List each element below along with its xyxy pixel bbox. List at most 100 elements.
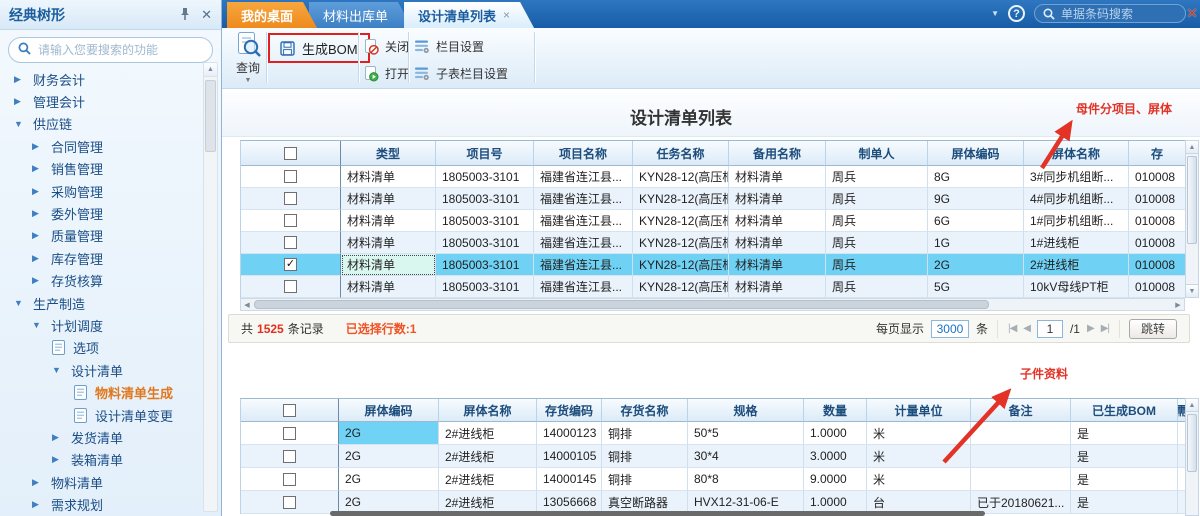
scroll-up-icon[interactable]: ▲ xyxy=(1186,141,1198,154)
master-table-hscrollbar[interactable]: ◀ ▶ xyxy=(240,298,1185,311)
tab-my-desktop[interactable]: 我的桌面 xyxy=(227,2,317,28)
sidebar-item-管理会计[interactable]: ▶管理会计 xyxy=(0,90,200,112)
detail-table-hscrollbar-thumb[interactable] xyxy=(330,511,985,516)
cell: 福建省连江县... xyxy=(534,276,633,298)
sidebar-item-计划调度[interactable]: ▼计划调度 xyxy=(0,314,200,336)
generate-bom-button[interactable]: 生成BOM xyxy=(268,33,370,63)
row-checkbox[interactable] xyxy=(284,170,297,183)
prev-page-icon[interactable]: ◀ xyxy=(1023,323,1030,334)
cell: 010008 xyxy=(1129,188,1186,210)
row-checkbox[interactable] xyxy=(283,473,296,486)
sidebar-item-装箱清单[interactable]: ▶装箱清单 xyxy=(0,449,200,471)
query-button[interactable]: 查询 ▼ xyxy=(230,31,266,84)
sidebar-close-icon[interactable]: ✕ xyxy=(201,8,212,21)
sidebar-header: 经典树形 ✕ xyxy=(0,0,221,30)
detail-table: 屏体编码屏体名称存货编码存货名称规格数量计量单位备注已生成BOM需2G2#进线柜… xyxy=(240,398,1185,514)
column-header: 屏体名称 xyxy=(1024,141,1129,166)
subtable-column-settings-button[interactable]: 子表栏目设置 xyxy=(414,65,508,82)
tab-close-icon[interactable]: × xyxy=(503,8,510,22)
sidebar-item-存货核算[interactable]: ▶存货核算 xyxy=(0,270,200,292)
column-settings-button[interactable]: 栏目设置 xyxy=(414,38,484,55)
table-row[interactable]: ✓材料清单1805003-3101福建省连江县...KYN28-12(高压柜)材… xyxy=(241,254,1185,276)
scrollbar-thumb[interactable] xyxy=(1187,414,1197,472)
sidebar-item-物料清单生成[interactable]: 物料清单生成 xyxy=(0,381,200,403)
chevron-down-icon[interactable]: ▼ xyxy=(991,9,999,18)
jump-button[interactable]: 跳转 xyxy=(1129,319,1177,339)
sidebar-item-合同管理[interactable]: ▶合同管理 xyxy=(0,135,200,157)
cell: 是 xyxy=(1071,468,1178,491)
search-icon xyxy=(18,42,31,58)
sidebar-item-label: 计划调度 xyxy=(51,316,103,335)
table-row[interactable]: 材料清单1805003-3101福建省连江县...KYN28-12(高压柜)材料… xyxy=(241,210,1185,232)
sidebar-item-发货清单[interactable]: ▶发货清单 xyxy=(0,426,200,448)
sidebar-item-选项[interactable]: 选项 xyxy=(0,337,200,359)
close-button[interactable]: 关闭 xyxy=(364,38,409,55)
table-row[interactable]: 2G2#进线柜14000123铜排50*51.0000米是 xyxy=(241,422,1185,445)
scrollbar-thumb[interactable] xyxy=(254,300,989,309)
scroll-down-icon[interactable]: ▼ xyxy=(1186,284,1198,297)
sidebar-item-生产制造[interactable]: ▼生产制造 xyxy=(0,292,200,314)
next-page-icon[interactable]: ▶ xyxy=(1087,323,1094,334)
sidebar-item-设计清单变更[interactable]: 设计清单变更 xyxy=(0,404,200,426)
row-checkbox[interactable]: ✓ xyxy=(284,258,297,271)
sidebar-item-委外管理[interactable]: ▶委外管理 xyxy=(0,202,200,224)
cell: 周兵 xyxy=(826,254,928,276)
sidebar-scrollbar-thumb[interactable] xyxy=(205,80,216,152)
sidebar-item-需求规划[interactable]: ▶需求规划 xyxy=(0,493,200,515)
sidebar-item-质量管理[interactable]: ▶质量管理 xyxy=(0,225,200,247)
sidebar-scrollbar[interactable]: ▲ xyxy=(203,62,218,512)
document-icon xyxy=(74,408,87,423)
window-close-icon[interactable]: ✕ xyxy=(1186,5,1198,22)
master-table-vscrollbar[interactable]: ▲ ▼ xyxy=(1185,140,1199,298)
scroll-left-icon[interactable]: ◀ xyxy=(241,299,253,310)
pin-icon[interactable] xyxy=(179,7,191,23)
scroll-right-icon[interactable]: ▶ xyxy=(1172,299,1184,310)
sidebar-item-采购管理[interactable]: ▶采购管理 xyxy=(0,180,200,202)
row-checkbox[interactable] xyxy=(283,496,296,509)
sidebar-item-库存管理[interactable]: ▶库存管理 xyxy=(0,247,200,269)
select-all-checkbox[interactable] xyxy=(283,404,296,417)
help-icon[interactable]: ? xyxy=(1008,5,1025,22)
table-row[interactable]: 材料清单1805003-3101福建省连江县...KYN28-12(高压柜)材料… xyxy=(241,188,1185,210)
tab-material-outbound[interactable]: 材料出库单 xyxy=(309,2,412,28)
table-row[interactable]: 材料清单1805003-3101福建省连江县...KYN28-12(高压柜)材料… xyxy=(241,276,1185,298)
last-page-icon[interactable]: ▶| xyxy=(1101,323,1109,334)
select-all-checkbox[interactable] xyxy=(284,147,297,160)
sidebar-item-财务会计[interactable]: ▶财务会计 xyxy=(0,68,200,90)
table-row[interactable]: 材料清单1805003-3101福建省连江县...KYN28-12(高压柜)材料… xyxy=(241,166,1185,188)
chevron-down-icon: ▼ xyxy=(245,77,252,84)
first-page-icon[interactable]: |◀ xyxy=(1008,323,1016,334)
barcode-search-input[interactable] xyxy=(1061,7,1169,21)
tab-design-list-active[interactable]: 设计清单列表 × xyxy=(404,2,534,28)
table-row[interactable]: 材料清单1805003-3101福建省连江县...KYN28-12(高压柜)材料… xyxy=(241,232,1185,254)
cell: 8G xyxy=(928,166,1024,188)
page-size-input[interactable] xyxy=(931,320,969,338)
barcode-search[interactable] xyxy=(1034,4,1186,23)
row-checkbox[interactable] xyxy=(284,214,297,227)
sidebar-search-input[interactable] xyxy=(38,43,203,57)
scrollbar-thumb[interactable] xyxy=(1187,156,1197,244)
row-checkbox[interactable] xyxy=(283,450,296,463)
scroll-up-icon[interactable]: ▲ xyxy=(204,63,217,77)
chevron-right-icon: ▶ xyxy=(32,477,43,488)
open-button[interactable]: 打开 xyxy=(364,65,409,82)
table-row[interactable]: 2G2#进线柜14000145铜排80*89.0000米是 xyxy=(241,468,1185,491)
page-nav: |◀ ◀ /1 ▶ ▶| xyxy=(997,320,1120,338)
chevron-right-icon: ▶ xyxy=(14,74,25,85)
sidebar-item-供应链[interactable]: ▼供应链 xyxy=(0,113,200,135)
sidebar-item-销售管理[interactable]: ▶销售管理 xyxy=(0,158,200,180)
sidebar-item-物料清单[interactable]: ▶物料清单 xyxy=(0,471,200,493)
sidebar-item-label: 存货核算 xyxy=(51,271,103,290)
scroll-up-icon[interactable]: ▲ xyxy=(1186,399,1198,412)
row-checkbox[interactable] xyxy=(284,280,297,293)
sidebar-item-设计清单[interactable]: ▼设计清单 xyxy=(0,359,200,381)
cell: 材料清单 xyxy=(341,232,436,254)
topbar: 我的桌面 材料出库单 设计清单列表 × ▼ ? xyxy=(222,0,1200,28)
row-checkbox[interactable] xyxy=(284,236,297,249)
row-checkbox[interactable] xyxy=(283,427,296,440)
sidebar-search[interactable] xyxy=(8,37,213,63)
detail-table-vscrollbar[interactable]: ▲ xyxy=(1185,398,1199,516)
page-number-input[interactable] xyxy=(1037,320,1063,338)
row-checkbox[interactable] xyxy=(284,192,297,205)
table-row[interactable]: 2G2#进线柜14000105铜排30*43.0000米是 xyxy=(241,445,1185,468)
